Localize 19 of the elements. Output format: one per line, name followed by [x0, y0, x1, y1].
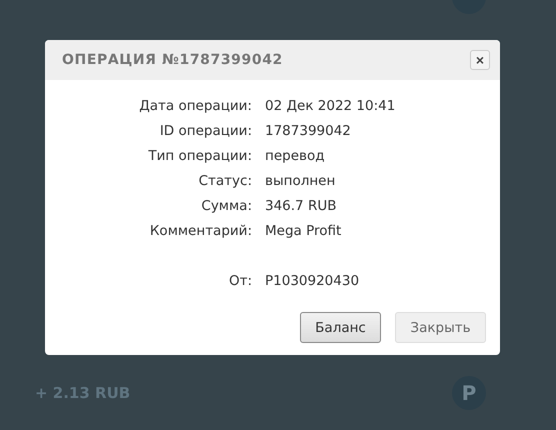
field-label: Комментарий:	[148, 222, 252, 241]
field-value: P1030920430	[265, 272, 360, 291]
field-value: 346.7 RUB	[265, 197, 338, 216]
close-button[interactable]: ×	[470, 50, 490, 70]
field-value: 02 Дек 2022 10:41	[265, 97, 396, 116]
dialog-button[interactable]: Баланс	[300, 312, 381, 343]
dialog-title: ОПЕРАЦИЯ №1787399042	[62, 52, 283, 68]
field-value: Mega Profit	[265, 222, 342, 241]
field-label: Тип операции:	[147, 147, 252, 166]
ruble-icon: Р	[452, 376, 486, 410]
field-value: 1787399042	[265, 122, 352, 141]
dialog-button[interactable]: Закрыть	[395, 312, 486, 343]
field-value: выполнен	[265, 172, 336, 191]
field-label: ID операции:	[158, 122, 252, 141]
field-label: Дата операции:	[138, 97, 252, 116]
field-label: Сумма:	[200, 197, 252, 216]
field-label: Статус:	[198, 172, 252, 191]
field-label: От:	[228, 272, 252, 291]
field-value: перевод	[265, 147, 326, 166]
